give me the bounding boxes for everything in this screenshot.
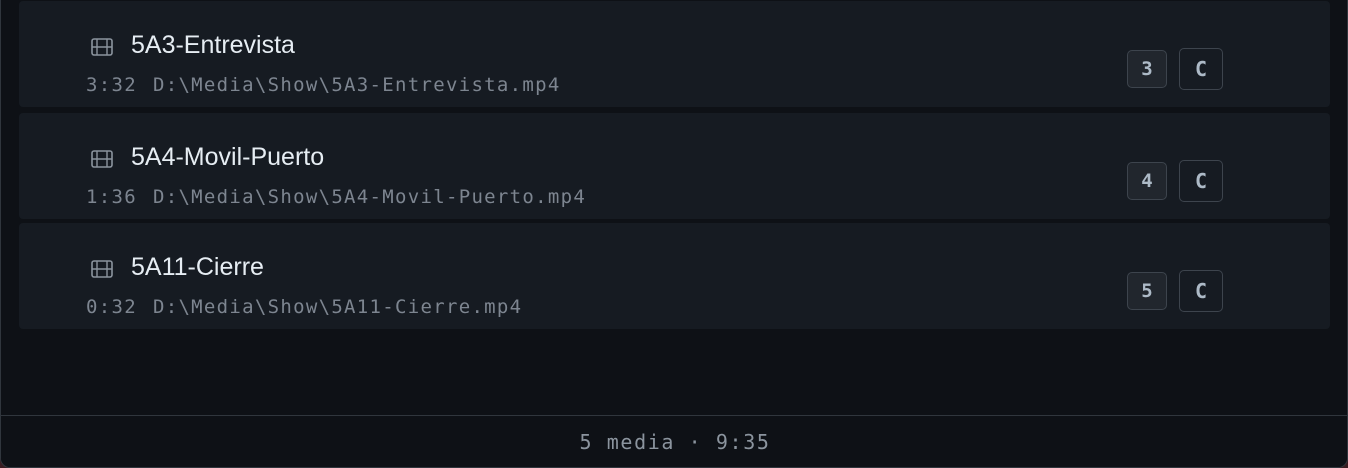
film-icon (91, 260, 113, 278)
media-duration: 1:36 (86, 186, 137, 208)
media-name: 5A11-Cierre (131, 253, 264, 281)
film-icon (91, 150, 113, 168)
media-name: 5A4-Movil-Puerto (131, 143, 325, 171)
cue-button[interactable]: C (1179, 160, 1223, 202)
hotkey-badge: 3 (1127, 50, 1167, 88)
media-path: D:\Media\Show\5A3-Entrevista.mp4 (152, 74, 561, 96)
footer-summary: 5 media · 9:35 (579, 430, 771, 454)
film-icon (91, 38, 113, 56)
hotkey-badge: 5 (1127, 272, 1167, 310)
media-panel: 5A3-Entrevista 3:32 D:\Media\Show\5A3-Ent… (0, 0, 1348, 468)
media-path: D:\Media\Show\5A4-Movil-Puerto.mp4 (152, 186, 587, 208)
media-row[interactable]: 5A4-Movil-Puerto 1:36 D:\Media\Show\5A4-M… (19, 113, 1330, 219)
media-duration: 3:32 (86, 74, 137, 96)
media-path: D:\Media\Show\5A11-Cierre.mp4 (152, 296, 523, 318)
media-meta: 3:32 D:\Media\Show\5A3-Entrevista.mp4 (86, 74, 561, 96)
media-row[interactable]: 5A11-Cierre 0:32 D:\Media\Show\5A11-Cierr… (19, 223, 1330, 329)
status-footer: 5 media · 9:35 (1, 415, 1347, 467)
media-meta: 0:32 D:\Media\Show\5A11-Cierre.mp4 (86, 296, 522, 318)
cue-button[interactable]: C (1179, 270, 1223, 312)
hotkey-badge: 4 (1127, 162, 1167, 200)
media-duration: 0:32 (86, 296, 137, 318)
media-row[interactable]: 5A3-Entrevista 3:32 D:\Media\Show\5A3-Ent… (19, 1, 1330, 107)
media-name: 5A3-Entrevista (131, 31, 295, 59)
cue-button[interactable]: C (1179, 48, 1223, 90)
media-meta: 1:36 D:\Media\Show\5A4-Movil-Puerto.mp4 (86, 186, 586, 208)
